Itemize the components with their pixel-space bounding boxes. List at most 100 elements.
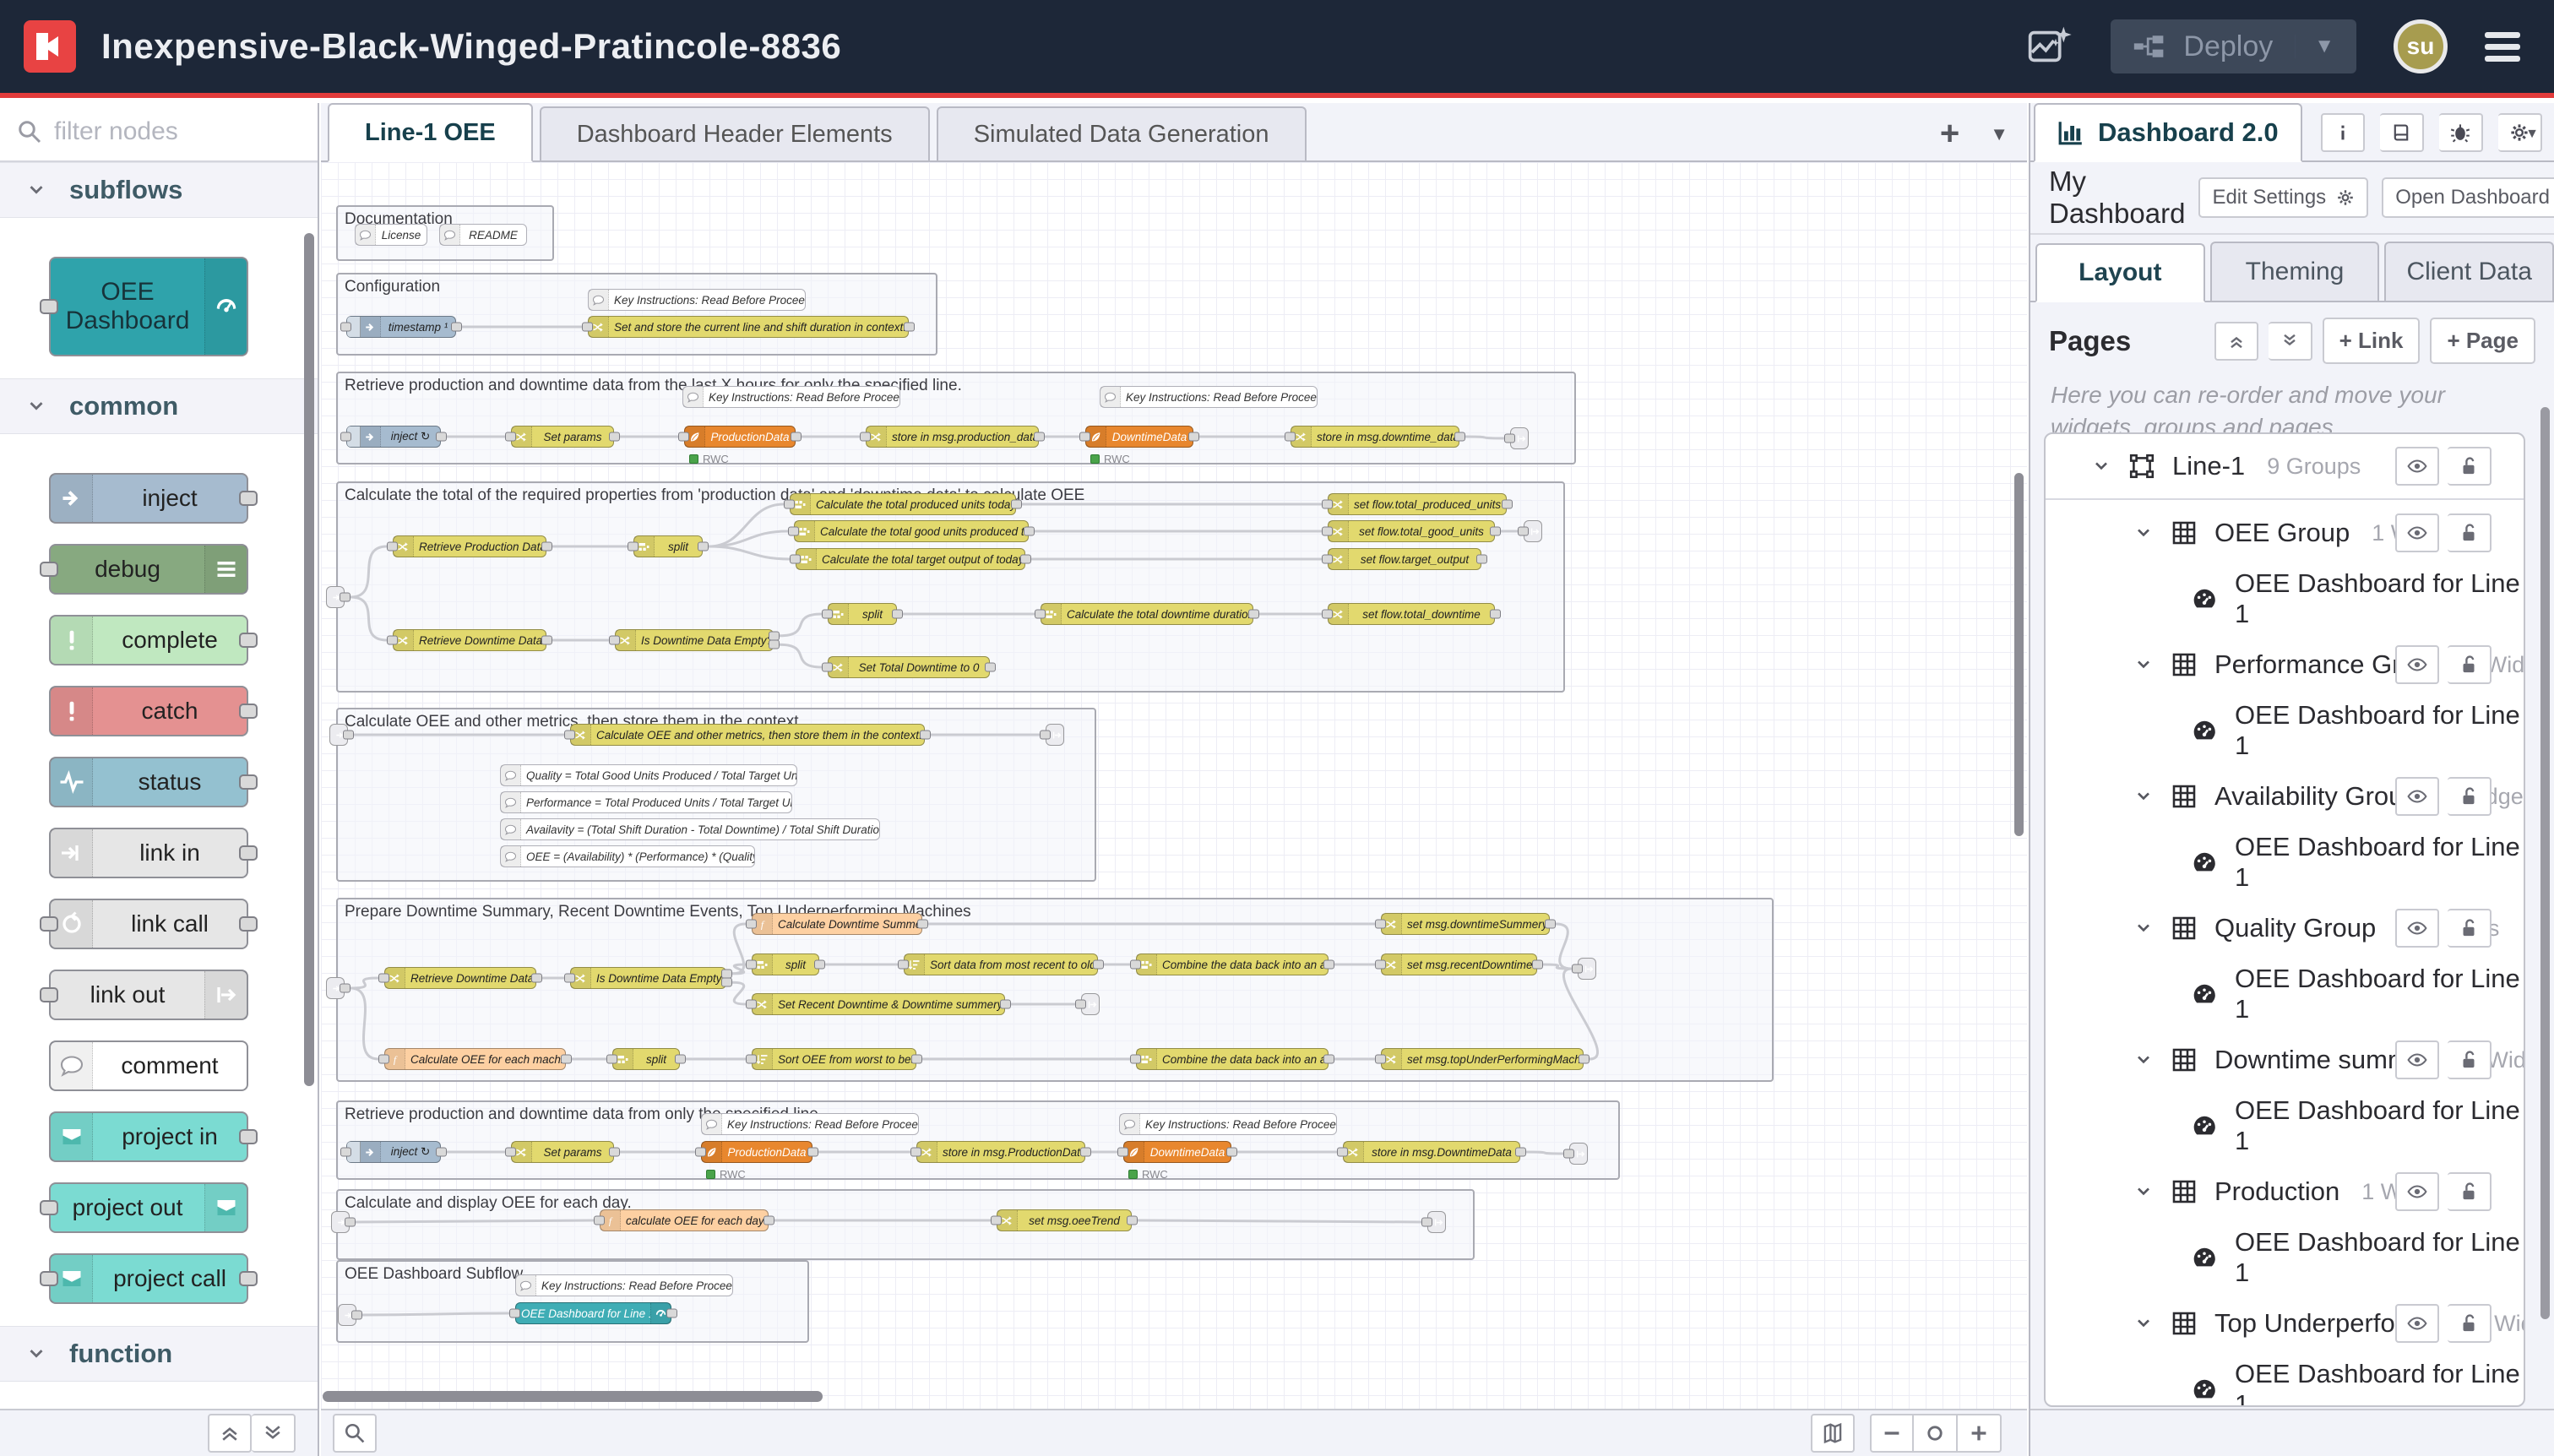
deploy-button[interactable]: Deploy ▼ [2111,19,2356,73]
palette-node-OEE-Dashboard[interactable]: OEEDashboard [49,257,248,356]
palette-node-complete[interactable]: complete [49,615,248,666]
flow-node-comment[interactable]: Key Instructions: Read Before Proceeding [515,1274,733,1296]
output-port[interactable] [239,1271,258,1286]
input-port[interactable] [746,1055,757,1064]
output-port[interactable] [561,1055,572,1064]
open-dashboard-button[interactable]: Open Dashboard [2382,177,2554,218]
input-port[interactable] [1337,1148,1348,1157]
input-port[interactable] [594,1216,605,1225]
unlock-icon[interactable] [2448,645,2492,684]
unlock-icon[interactable] [2448,1304,2492,1343]
canvas-vertical-scrollbar[interactable] [2014,473,2024,836]
palette-node-project-in[interactable]: project in [49,1111,248,1162]
flow-node-split[interactable]: split [633,535,703,557]
link-node-linkout[interactable] [1524,520,1542,542]
info-tab-icon[interactable] [2321,113,2365,152]
input-port[interactable] [387,542,398,551]
input-port[interactable] [678,432,689,442]
flow-node-db[interactable]: ProductionData [684,426,796,448]
input-port[interactable] [509,1309,520,1318]
tree-widget-row[interactable]: OEE Dashboard for Line 1 [2046,566,2524,632]
unlock-icon[interactable] [2448,1040,2492,1079]
input-port[interactable] [606,1055,617,1064]
palette-filter-input[interactable] [54,117,282,146]
link-node-linkin[interactable] [326,977,345,999]
output-port[interactable] [343,731,354,740]
flow-node-inject[interactable]: inject ↻ [346,426,441,448]
tree-group-row[interactable]: Quality Group1 Widgets [2046,895,2524,961]
add-flow-button[interactable]: + [1940,115,1959,153]
input-port[interactable] [1130,1055,1141,1064]
output-port[interactable] [1127,1216,1138,1225]
input-port[interactable] [40,916,58,932]
link-node-linkin[interactable] [338,1304,356,1326]
flow-node-subflow[interactable]: OEE Dashboard for Line 1 [515,1302,671,1324]
output-port[interactable] [807,1148,818,1157]
flow-node-join[interactable]: Calculate the total produced units today [790,493,1016,515]
flow-group[interactable]: OEE Dashboard Subflow [336,1260,809,1343]
input-port[interactable] [746,920,757,929]
input-port[interactable] [1572,964,1583,974]
link-node-linkout[interactable] [1578,958,1596,980]
input-port[interactable] [40,987,58,1002]
palette-node-status[interactable]: status [49,757,248,807]
flow-node-change[interactable]: Set Total Downtime to 0 [828,656,990,678]
flow-node-change[interactable]: set msg.recentDowntime [1381,953,1537,975]
output-port[interactable] [1020,555,1031,564]
flow-node-comment[interactable]: Quality = Total Good Units Produced / To… [500,764,797,786]
flow-node-func[interactable]: fCalculate Downtime Summery [752,913,922,935]
visibility-eye-icon[interactable] [2395,645,2439,684]
zoom-in-button[interactable] [1958,1414,2002,1453]
input-port[interactable] [1563,1149,1574,1159]
tree-widget-row[interactable]: OEE Dashboard for Line 1 [2046,1225,2524,1290]
input-port[interactable] [822,663,833,672]
input-port[interactable] [910,1148,921,1157]
tree-widget-row[interactable]: OEE Dashboard for Line 1 [2046,1356,2524,1407]
flow-node-comment[interactable]: Key Instructions: Read Before Proceeding [701,1113,919,1135]
flow-node-change[interactable]: set msg.oeeTrend [997,1209,1132,1231]
input-port[interactable] [378,974,389,983]
tree-widget-row[interactable]: OEE Dashboard for Line 1 [2046,698,2524,763]
tab-dashboard-2[interactable]: Dashboard 2.0 [2034,103,2302,162]
flow-tab-Line-1-OEE[interactable]: Line-1 OEE [328,103,533,162]
flow-node-join[interactable]: Calculate the total good units produced … [794,520,1029,542]
input-port[interactable] [746,960,757,970]
input-port[interactable] [991,1216,1002,1225]
input-port[interactable] [746,1000,757,1009]
output-port[interactable] [1226,1148,1237,1157]
output-port[interactable] [1532,960,1543,970]
tree-widget-row[interactable]: OEE Dashboard for Line 1 [2046,1093,2524,1159]
input-port[interactable] [1421,1218,1432,1227]
output-port[interactable] [239,491,258,506]
output-port[interactable] [1515,1148,1526,1157]
expand-all-button[interactable] [252,1414,296,1453]
flow-node-join[interactable]: Calculate the total downtime duration [1041,603,1253,625]
input-port[interactable] [340,432,351,442]
flow-node-comment[interactable]: Key Instructions: Read Before Proceeding [588,289,806,311]
flow-node-change[interactable]: set flow.total_good_units [1328,520,1495,542]
input-port[interactable] [387,636,398,645]
output-port[interactable] [541,636,552,645]
input-port[interactable] [40,299,58,314]
palette-node-catch[interactable]: catch [49,686,248,736]
output-port[interactable] [892,610,903,619]
edit-settings-button[interactable]: Edit Settings [2198,177,2368,218]
flow-node-change[interactable]: store in msg.production_data [866,426,1039,448]
flow-group[interactable]: Calculate and display OEE for each day. [336,1189,1475,1260]
output-port[interactable] [1490,527,1501,536]
add-page-button[interactable]: + Page [2430,318,2535,364]
flow-node-switch[interactable]: Is Downtime Data Empty? [615,629,774,651]
link-node-linkin[interactable] [329,724,348,746]
flow-node-change[interactable]: set flow.total_produced_units [1328,493,1507,515]
flow-group[interactable]: Retrieve production and downtime data fr… [336,1100,1620,1180]
flow-node-join[interactable]: Combine the data back into an array. [1136,1048,1329,1070]
palette-scrollbar[interactable] [304,233,314,1086]
palette-search[interactable] [0,103,318,162]
output-port[interactable] [609,1148,620,1157]
input-port[interactable] [1322,500,1333,509]
sidebar-tab-Theming[interactable]: Theming [2210,242,2380,301]
palette-node-project-call[interactable]: project call [49,1253,248,1304]
unlock-icon[interactable] [2448,513,2492,552]
tree-group-row[interactable]: Availability Group1 Widgets [2046,763,2524,829]
input-port[interactable] [1375,960,1386,970]
